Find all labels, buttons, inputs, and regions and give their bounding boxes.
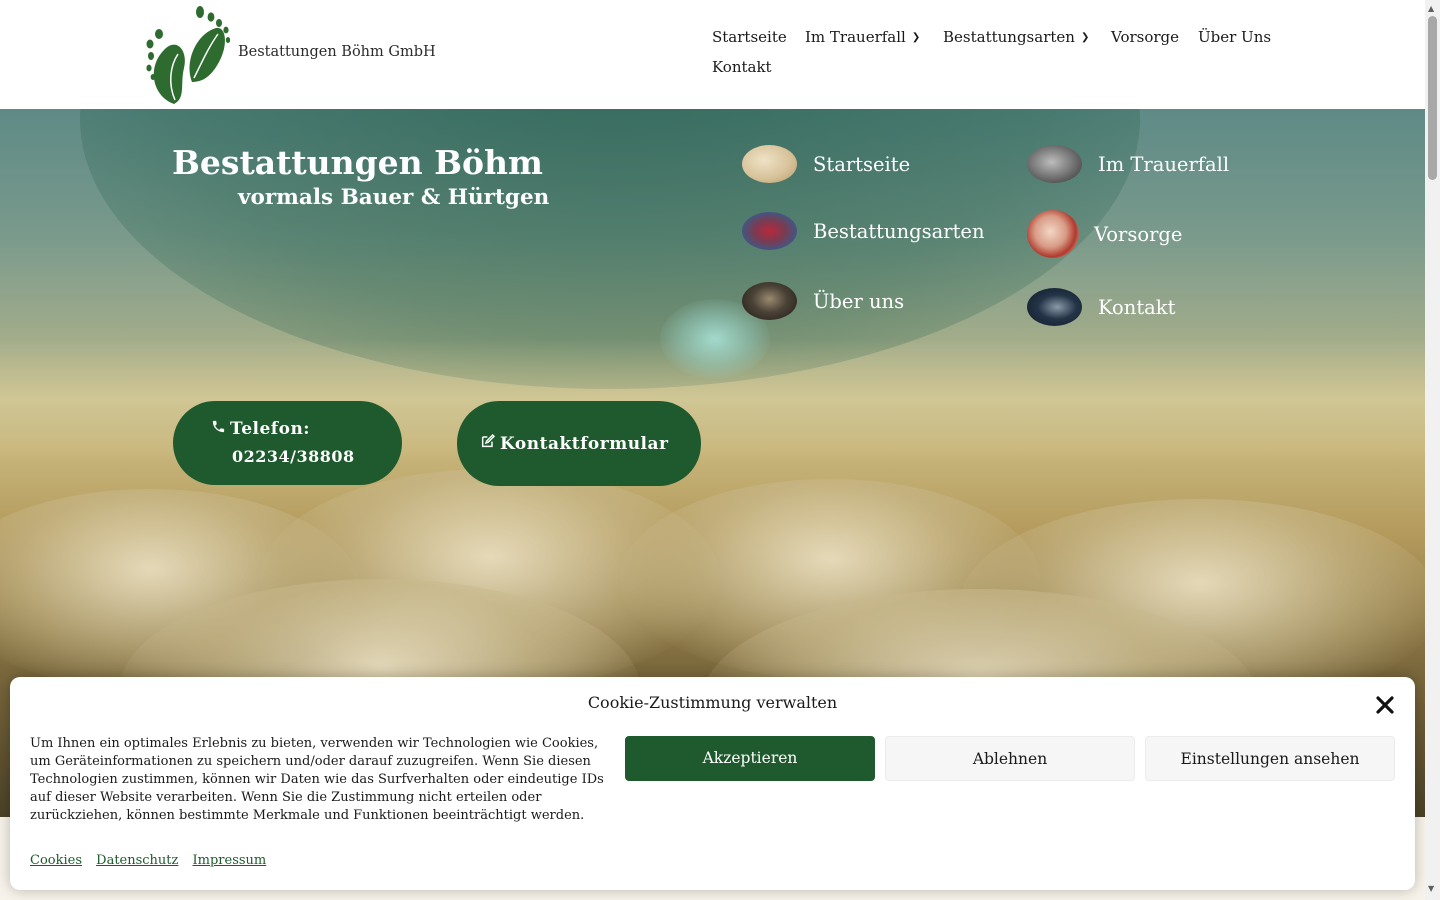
quick-link-label: Bestattungsarten (813, 219, 985, 243)
nav-item-kontakt[interactable]: Kontakt (712, 58, 772, 76)
chevron-down-icon: ❯ (1080, 32, 1090, 43)
accept-button[interactable]: Akzeptieren (625, 736, 875, 781)
nav-label: Vorsorge (1111, 28, 1180, 46)
feet-leaf-logo-icon[interactable] (144, 4, 231, 106)
hero-subtitle: vormals Bauer & Hürtgen (238, 185, 550, 210)
contact-form-label: Kontaktformular (500, 434, 669, 454)
close-icon[interactable] (1373, 693, 1397, 717)
phone-label: Telefon: (230, 419, 311, 439)
quick-link-label: Vorsorge (1094, 222, 1183, 246)
interior-photo-icon (742, 282, 797, 320)
nav-item-vorsorge[interactable]: Vorsorge (1111, 28, 1179, 46)
contact-form-button[interactable]: Kontaktformular (457, 401, 701, 486)
view-preferences-button[interactable]: Einstellungen ansehen (1145, 736, 1395, 781)
vertical-scrollbar[interactable]: ▲ ▼ (1425, 0, 1440, 900)
site-header: Bestattungen Böhm GmbH Startseite Im Tra… (0, 0, 1425, 109)
nav-item-im-trauerfall[interactable]: Im Trauerfall ❯ (805, 28, 920, 46)
bread-photo-icon (742, 145, 797, 183)
cookies-link[interactable]: Cookies (30, 853, 82, 868)
nav-item-ueber-uns[interactable]: Über Uns (1198, 28, 1271, 46)
quick-link-label: Im Trauerfall (1098, 152, 1230, 176)
mourning-photo-icon (1027, 145, 1082, 183)
privacy-link[interactable]: Datenschutz (96, 853, 178, 868)
flowers-photo-icon (742, 212, 797, 250)
nav-item-startseite[interactable]: Startseite (712, 28, 787, 46)
nav-label: Über Uns (1198, 28, 1272, 46)
scroll-up-arrow-icon[interactable]: ▲ (1428, 4, 1434, 13)
phone-number: 02234/38808 (232, 447, 355, 466)
cookie-description: Um Ihnen ein optimales Erlebnis zu biete… (30, 736, 604, 823)
nav-item-bestattungsarten[interactable]: Bestattungsarten ❯ (943, 28, 1089, 46)
quick-link-vorsorge[interactable]: Vorsorge (1027, 210, 1182, 258)
hero-title: Bestattungen Böhm (172, 143, 543, 182)
scroll-down-arrow-icon[interactable]: ▼ (1428, 884, 1434, 893)
cookie-consent-banner: Cookie-Zustimmung verwalten Um Ihnen ein… (10, 677, 1415, 890)
nav-label: Startseite (712, 28, 787, 46)
deny-button[interactable]: Ablehnen (885, 736, 1135, 781)
scrollbar-thumb[interactable] (1428, 16, 1437, 180)
nav-label: Im Trauerfall (805, 28, 906, 46)
brand-name[interactable]: Bestattungen Böhm GmbH (238, 44, 436, 60)
quick-link-kontakt[interactable]: Kontakt (1027, 288, 1175, 326)
quick-link-startseite[interactable]: Startseite (742, 145, 910, 183)
quick-link-ueber-uns[interactable]: Über uns (742, 282, 904, 320)
nav-label: Kontakt (712, 58, 772, 76)
quick-link-label: Kontakt (1098, 295, 1176, 319)
cookie-title: Cookie-Zustimmung verwalten (587, 693, 838, 712)
telephone-photo-icon (1027, 288, 1082, 326)
nav-label: Bestattungsarten (943, 28, 1075, 46)
phone-icon (211, 419, 226, 439)
imprint-link[interactable]: Impressum (193, 853, 267, 868)
cookie-links: Cookies Datenschutz Impressum (30, 853, 276, 868)
edit-icon (480, 433, 496, 454)
elderly-couple-photo-icon (1027, 210, 1079, 258)
chevron-down-icon: ❯ (911, 32, 921, 43)
quick-link-label: Über uns (813, 289, 905, 313)
quick-link-bestattungsarten[interactable]: Bestattungsarten (742, 212, 985, 250)
quick-link-label: Startseite (813, 152, 911, 176)
phone-button[interactable]: Telefon: 02234/38808 (173, 401, 402, 485)
quick-link-im-trauerfall[interactable]: Im Trauerfall (1027, 145, 1229, 183)
